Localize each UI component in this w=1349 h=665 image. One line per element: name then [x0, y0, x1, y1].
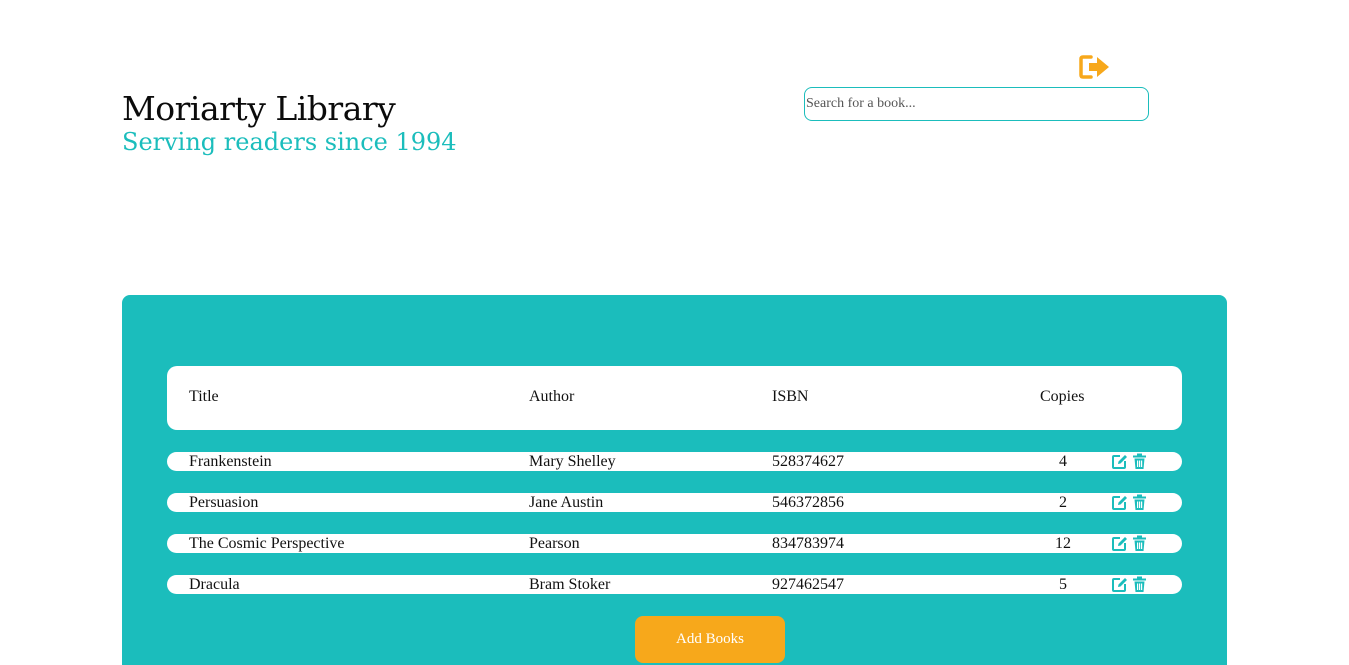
- table-row: Persuasion Jane Austin 546372856 2: [167, 493, 1182, 512]
- book-isbn: 834783974: [772, 535, 844, 552]
- page-title: Moriarty Library: [122, 89, 396, 128]
- column-header-author: Author: [529, 388, 575, 405]
- table-row: Dracula Bram Stoker 927462547 5: [167, 575, 1182, 594]
- brand: Moriarty Library Serving readers since 1…: [122, 88, 457, 156]
- book-isbn: 927462547: [772, 576, 844, 593]
- book-title: Persuasion: [189, 494, 259, 511]
- trash-icon[interactable]: [1131, 453, 1148, 470]
- book-author: Pearson: [529, 535, 580, 552]
- row-actions: [1111, 576, 1148, 593]
- trash-icon[interactable]: [1131, 535, 1148, 552]
- table-row: The Cosmic Perspective Pearson 834783974…: [167, 534, 1182, 553]
- column-header-isbn: ISBN: [772, 388, 809, 405]
- book-isbn: 546372856: [772, 494, 844, 511]
- row-actions: [1111, 535, 1148, 552]
- edit-icon[interactable]: [1111, 576, 1128, 593]
- book-copies: 12: [1055, 535, 1071, 552]
- add-books-button[interactable]: Add Books: [635, 616, 785, 663]
- page-subtitle: Serving readers since 1994: [122, 128, 457, 156]
- book-author: Bram Stoker: [529, 576, 611, 593]
- trash-icon[interactable]: [1131, 494, 1148, 511]
- table-header: Title Author ISBN Copies: [167, 366, 1182, 430]
- edit-icon[interactable]: [1111, 535, 1128, 552]
- book-title: Dracula: [189, 576, 240, 593]
- book-author: Jane Austin: [529, 494, 604, 511]
- book-title: The Cosmic Perspective: [189, 535, 345, 552]
- search-input[interactable]: [804, 87, 1149, 121]
- book-copies: 5: [1059, 576, 1067, 593]
- column-header-title: Title: [189, 388, 219, 405]
- table-row: Frankenstein Mary Shelley 528374627 4: [167, 452, 1182, 471]
- edit-icon[interactable]: [1111, 494, 1128, 511]
- trash-icon[interactable]: [1131, 576, 1148, 593]
- book-copies: 4: [1059, 453, 1067, 470]
- books-panel: Title Author ISBN Copies Frankenstein Ma…: [122, 295, 1227, 665]
- column-header-copies: Copies: [1040, 388, 1085, 405]
- row-actions: [1111, 494, 1148, 511]
- book-title: Frankenstein: [189, 453, 272, 470]
- book-author: Mary Shelley: [529, 453, 616, 470]
- sign-out-icon[interactable]: [1078, 52, 1112, 82]
- row-actions: [1111, 453, 1148, 470]
- book-isbn: 528374627: [772, 453, 844, 470]
- edit-icon[interactable]: [1111, 453, 1128, 470]
- book-copies: 2: [1059, 494, 1067, 511]
